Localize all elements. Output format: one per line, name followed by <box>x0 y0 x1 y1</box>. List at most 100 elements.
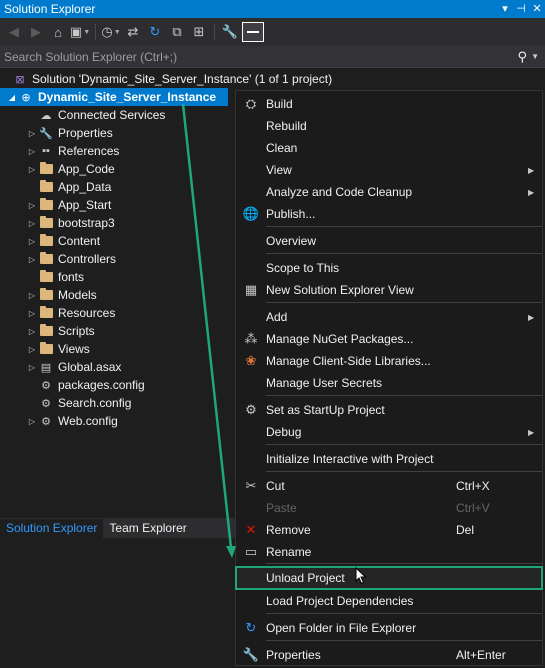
menu-item-analyze-and-code-cleanup[interactable]: Analyze and Code Cleanup ▶ <box>236 181 542 203</box>
menu-item-add[interactable]: Add ▶ <box>236 306 542 328</box>
wrench-icon: 🔧 <box>242 647 260 662</box>
menu-item-manage-client-side-libraries[interactable]: ❀ Manage Client-Side Libraries... <box>236 350 542 372</box>
menu-item-properties[interactable]: 🔧 Properties Alt+Enter <box>236 644 542 666</box>
menu-item-shortcut: Del <box>456 523 475 537</box>
tree-item-label: Resources <box>58 306 116 320</box>
toolbar-separator <box>214 24 215 40</box>
wrench-icon[interactable]: 🔧 <box>220 22 240 42</box>
menu-item-publish[interactable]: 🌐 Publish... <box>236 203 542 225</box>
expand-arrow-icon[interactable]: ▷ <box>26 201 38 210</box>
tree-item-label: App_Data <box>58 180 112 194</box>
menu-separator <box>266 471 542 472</box>
collapse-all-icon[interactable]: ⧉ <box>167 22 187 42</box>
menu-item-build[interactable]: ⛭ Build <box>236 93 542 115</box>
menu-item-overview[interactable]: Overview <box>236 230 542 252</box>
menu-item-label: Scope to This <box>266 261 340 275</box>
menu-item-rebuild[interactable]: Rebuild <box>236 115 542 137</box>
menu-item-scope-to-this[interactable]: Scope to This <box>236 257 542 279</box>
references-icon: ▪▪ <box>42 145 50 157</box>
folder-icon <box>38 342 54 356</box>
folder-icon <box>38 162 54 176</box>
tree-item-label: App_Start <box>58 198 112 212</box>
search-icon[interactable]: ⚲ <box>518 49 528 65</box>
wrench-icon: 🔧 <box>39 127 53 140</box>
menu-item-remove[interactable]: ✕ Remove Del <box>236 519 542 541</box>
pending-changes-icon[interactable]: ◷ ▼ <box>101 22 121 42</box>
tree-item-label: Properties <box>58 126 113 140</box>
refresh-icon[interactable]: ↻ <box>145 22 165 42</box>
menu-item-debug[interactable]: Debug ▶ <box>236 421 542 443</box>
window-title: Solution Explorer <box>4 2 96 16</box>
dropdown-arrow-icon[interactable]: ▾ <box>497 0 513 18</box>
menu-item-manage-nuget-packages[interactable]: ⁂ Manage NuGet Packages... <box>236 328 542 350</box>
nuget-icon: ⁂ <box>244 331 258 346</box>
collapse-arrow-icon[interactable]: ◢ <box>6 93 18 102</box>
expand-arrow-icon[interactable]: ▷ <box>26 219 38 228</box>
tree-item-label: packages.config <box>58 378 145 392</box>
expand-arrow-icon[interactable]: ▷ <box>26 309 38 318</box>
submenu-arrow-icon: ▶ <box>528 187 535 197</box>
scissors-icon: ✂ <box>245 478 257 493</box>
home-icon[interactable]: ⌂ <box>48 22 68 42</box>
expand-arrow-icon[interactable]: ▷ <box>26 417 38 426</box>
search-input[interactable] <box>4 49 518 64</box>
expand-arrow-icon[interactable]: ▷ <box>26 363 38 372</box>
menu-item-cut[interactable]: ✂ Cut Ctrl+X <box>236 475 542 497</box>
menu-item-label: Remove <box>266 523 311 537</box>
menu-item-unload-project[interactable]: Unload Project <box>235 566 543 590</box>
menu-item-label: Analyze and Code Cleanup <box>266 185 413 199</box>
folder-icon <box>38 198 54 212</box>
menu-item-open-folder-in-file-explorer[interactable]: ↻ Open Folder in File Explorer <box>236 617 542 639</box>
expand-arrow-icon[interactable]: ▷ <box>26 255 38 264</box>
solution-node[interactable]: ⊠ Solution 'Dynamic_Site_Server_Instance… <box>0 70 545 88</box>
expand-arrow-icon[interactable]: ▷ <box>26 165 38 174</box>
menu-item-load-project-dependencies[interactable]: Load Project Dependencies <box>236 590 542 612</box>
switch-views-icon[interactable]: ▣ ▼ <box>70 22 90 42</box>
solution-icon: ⊠ <box>15 73 25 86</box>
menu-item-manage-user-secrets[interactable]: Manage User Secrets <box>236 372 542 394</box>
config-file-icon: ⚙ <box>41 397 51 410</box>
folder-icon <box>38 252 54 266</box>
menu-item-shortcut: Ctrl+V <box>456 501 490 515</box>
search-bar: ⚲ ▼ <box>0 46 545 68</box>
menu-separator <box>266 253 542 254</box>
expand-arrow-icon[interactable]: ▷ <box>26 291 38 300</box>
folder-icon <box>38 288 54 302</box>
menu-item-label: Unload Project <box>266 571 345 585</box>
close-icon[interactable]: ✕ <box>529 0 545 18</box>
menu-item-clean[interactable]: Clean <box>236 137 542 159</box>
back-icon[interactable]: ◀ <box>4 22 24 42</box>
expand-arrow-icon[interactable]: ▷ <box>26 129 38 138</box>
menu-item-label: Set as StartUp Project <box>266 403 385 417</box>
tab-team-explorer[interactable]: Team Explorer <box>103 519 192 538</box>
menu-item-set-as-startup-project[interactable]: ⚙ Set as StartUp Project <box>236 399 542 421</box>
tree-item-label: Models <box>58 288 97 302</box>
bottom-tab-strip: Solution Explorer Team Explorer <box>0 518 236 538</box>
menu-item-label: Overview <box>266 234 317 248</box>
tree-item-label: Connected Services <box>58 108 166 122</box>
menu-separator <box>266 563 542 564</box>
tree-item-label: Content <box>58 234 101 248</box>
expand-arrow-icon[interactable]: ▷ <box>26 147 38 156</box>
menu-separator <box>266 226 542 227</box>
preview-selected-icon[interactable] <box>242 22 264 42</box>
show-all-files-icon[interactable]: ⊞ <box>189 22 209 42</box>
menu-item-label: Manage NuGet Packages... <box>266 332 414 346</box>
menu-item-initialize-interactive-with-project[interactable]: Initialize Interactive with Project <box>236 448 542 470</box>
menu-item-label: Initialize Interactive with Project <box>266 452 434 466</box>
menu-item-new-solution-explorer-view[interactable]: ▦ New Solution Explorer View <box>236 279 542 301</box>
sync-icon[interactable]: ⇄ <box>123 22 143 42</box>
menu-item-view[interactable]: View ▶ <box>236 159 542 181</box>
expand-arrow-icon[interactable]: ▷ <box>26 237 38 246</box>
chevron-down-icon[interactable]: ▼ <box>531 52 539 61</box>
menu-item-label: New Solution Explorer View <box>266 283 414 297</box>
expand-arrow-icon[interactable]: ▷ <box>26 345 38 354</box>
menu-item-label: Open Folder in File Explorer <box>266 621 417 635</box>
pin-icon[interactable]: ⊣ <box>513 0 529 18</box>
menu-item-rename[interactable]: ▭ Rename <box>236 541 542 563</box>
expand-arrow-icon[interactable]: ▷ <box>26 327 38 336</box>
forward-icon[interactable]: ▶ <box>26 22 46 42</box>
tab-solution-explorer[interactable]: Solution Explorer <box>0 519 104 538</box>
menu-item-label: Rebuild <box>266 119 307 133</box>
menu-item-label: Properties <box>266 648 321 662</box>
